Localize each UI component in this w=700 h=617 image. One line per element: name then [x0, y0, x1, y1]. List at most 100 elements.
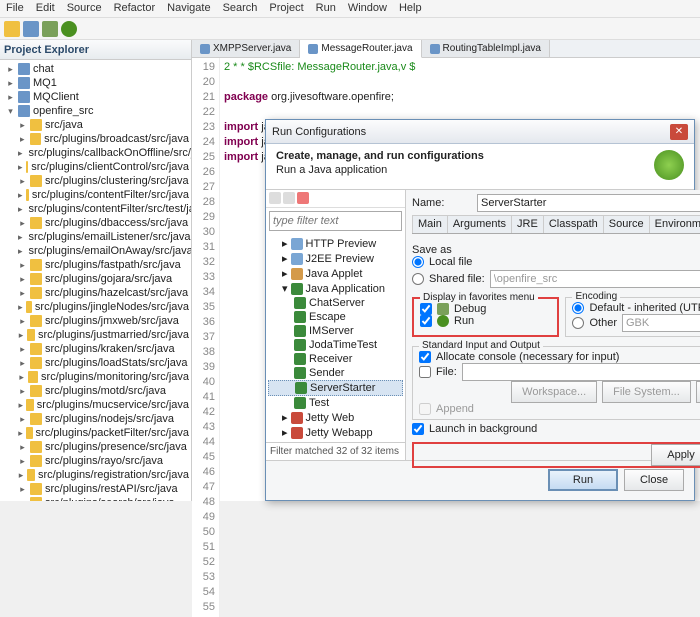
apply-button[interactable]: Apply — [651, 444, 700, 466]
menu-navigate[interactable]: Navigate — [167, 2, 210, 15]
menu-source[interactable]: Source — [67, 2, 102, 15]
new-icon[interactable] — [4, 21, 20, 37]
tree-item[interactable]: ▸src/plugins/broadcast/src/java — [2, 132, 189, 146]
config-tree-item[interactable]: Sender — [268, 366, 403, 380]
tab-jre[interactable]: JRE — [511, 215, 544, 233]
tree-item[interactable]: ▸src/plugins/callbackOnOffline/src/java — [2, 146, 189, 160]
tree-item[interactable]: ▸src/plugins/hazelcast/src/java — [2, 286, 189, 300]
config-tree-item[interactable]: IMServer — [268, 324, 403, 338]
tree-item[interactable]: ▸src/plugins/rayo/src/java — [2, 454, 189, 468]
local-file-radio[interactable] — [412, 256, 424, 268]
tree-item[interactable]: ▸src/plugins/mucservice/src/java — [2, 398, 189, 412]
config-tree-item[interactable]: ▾ Java Application — [268, 281, 403, 296]
editor-tab[interactable]: RoutingTableImpl.java — [422, 40, 550, 57]
file-label: File: — [436, 366, 457, 378]
menu-file[interactable]: File — [6, 2, 24, 15]
save-icon[interactable] — [23, 21, 39, 37]
run-icon[interactable] — [61, 21, 77, 37]
encoding-legend: Encoding — [572, 291, 620, 302]
tab-classpath[interactable]: Classpath — [543, 215, 604, 233]
tree-item[interactable]: ▸src/plugins/jmxweb/src/java — [2, 314, 189, 328]
tree-item[interactable]: ▸src/plugins/kraken/src/java — [2, 342, 189, 356]
run-favorite-checkbox[interactable] — [420, 315, 432, 327]
config-tree-item[interactable]: ▸ J2EE Preview — [268, 251, 403, 266]
tree-item[interactable]: ▸src/plugins/emailListener/src/java — [2, 230, 189, 244]
tree-item[interactable]: ▸src/plugins/loadStats/src/java — [2, 356, 189, 370]
config-tree-item[interactable]: ▸ HTTP Preview — [268, 236, 403, 251]
tab-source[interactable]: Source — [603, 215, 650, 233]
config-tree-item[interactable]: ▸ Jetty Webapp — [268, 425, 403, 440]
launch-background-checkbox[interactable] — [412, 423, 424, 435]
config-tree-item[interactable]: Receiver — [268, 352, 403, 366]
tree-item[interactable]: ▸src/plugins/registration/src/java — [2, 468, 189, 482]
menu-edit[interactable]: Edit — [36, 2, 55, 15]
run-label: Run — [454, 315, 474, 327]
dialog-subheading: Run a Java application — [276, 164, 484, 176]
tree-item[interactable]: ▾openfire_src — [2, 104, 189, 118]
editor-tab[interactable]: XMPPServer.java — [192, 40, 300, 57]
tree-item[interactable]: ▸src/plugins/presence/src/java — [2, 440, 189, 454]
config-tree-item[interactable]: ServerStarter — [268, 380, 403, 396]
close-icon[interactable]: ✕ — [670, 124, 688, 140]
menu-search[interactable]: Search — [223, 2, 258, 15]
config-tree-item[interactable]: ▸ Jetty Web — [268, 410, 403, 425]
project-explorer: Project Explorer ▸chat▸MQ1▸MQClient▾open… — [0, 40, 192, 501]
delete-icon[interactable] — [297, 192, 309, 204]
close-button[interactable]: Close — [624, 469, 684, 491]
shared-file-radio[interactable] — [412, 273, 424, 285]
tree-item[interactable]: ▸src/plugins/contentFilter/src/test/java — [2, 202, 189, 216]
encoding-other-radio[interactable] — [572, 317, 584, 329]
name-label: Name: — [412, 197, 472, 209]
tree-item[interactable]: ▸src/plugins/nodejs/src/java — [2, 412, 189, 426]
new-config-icon[interactable] — [269, 192, 281, 204]
tree-item[interactable]: ▸src/plugins/motd/src/java — [2, 384, 189, 398]
tree-item[interactable]: ▸chat — [2, 62, 189, 76]
tree-item[interactable]: ▸src/plugins/packetFilter/src/java — [2, 426, 189, 440]
allocate-console-checkbox[interactable] — [419, 351, 431, 363]
config-tree-item[interactable]: Escape — [268, 310, 403, 324]
menu-refactor[interactable]: Refactor — [114, 2, 156, 15]
tree-item[interactable]: ▸src/plugins/restAPI/src/java — [2, 482, 189, 496]
file-checkbox[interactable] — [419, 366, 431, 378]
tree-item[interactable]: ▸src/plugins/monitoring/src/java — [2, 370, 189, 384]
tree-item[interactable]: ▸src/plugins/justmarried/src/java — [2, 328, 189, 342]
duplicate-icon[interactable] — [283, 192, 295, 204]
tree-item[interactable]: ▸src/plugins/jingleNodes/src/java — [2, 300, 189, 314]
tree-item[interactable]: ▸src/java — [2, 118, 189, 132]
filter-input[interactable] — [269, 211, 402, 231]
menu-run[interactable]: Run — [316, 2, 336, 15]
encoding-default-radio[interactable] — [572, 302, 584, 314]
encoding-other-input — [622, 314, 700, 332]
run-button[interactable]: Run — [548, 469, 618, 491]
tree-item[interactable]: ▸src/plugins/contentFilter/src/java — [2, 188, 189, 202]
config-tree-item[interactable]: JodaTimeTest — [268, 338, 403, 352]
tree-item[interactable]: ▸src/plugins/emailOnAway/src/java — [2, 244, 189, 258]
debug-icon[interactable] — [42, 21, 58, 37]
launch-background-label: Launch in background — [429, 423, 537, 435]
editor-tabs: XMPPServer.javaMessageRouter.javaRouting… — [192, 40, 700, 58]
config-tree-item[interactable]: ChatServer — [268, 296, 403, 310]
tree-item[interactable]: ▸src/plugins/fastpath/src/java — [2, 258, 189, 272]
editor-tab[interactable]: MessageRouter.java — [300, 40, 421, 58]
encoding-group: Encoding Default - inherited (UTF-8) Oth… — [565, 297, 700, 337]
menu-window[interactable]: Window — [348, 2, 387, 15]
shared-file-label: Shared file: — [429, 273, 485, 285]
name-input[interactable] — [477, 194, 700, 212]
config-tree-item[interactable]: Test — [268, 396, 403, 410]
tree-item[interactable]: ▸src/plugins/search/src/java — [2, 496, 189, 501]
config-tree-item[interactable]: ▸ Java Applet — [268, 266, 403, 281]
tree-item[interactable]: ▸src/plugins/clustering/src/java — [2, 174, 189, 188]
tree-item[interactable]: ▸MQClient — [2, 90, 189, 104]
tree-item[interactable]: ▸src/plugins/dbaccess/src/java — [2, 216, 189, 230]
tree-item[interactable]: ▸src/plugins/gojara/src/java — [2, 272, 189, 286]
menu-project[interactable]: Project — [269, 2, 303, 15]
project-tree[interactable]: ▸chat▸MQ1▸MQClient▾openfire_src▸src/java… — [0, 60, 191, 501]
tree-item[interactable]: ▸MQ1 — [2, 76, 189, 90]
tab-arguments[interactable]: Arguments — [447, 215, 512, 233]
config-tree[interactable]: ▸ HTTP Preview▸ J2EE Preview▸ Java Apple… — [266, 234, 405, 442]
menu-help[interactable]: Help — [399, 2, 422, 15]
debug-favorite-checkbox[interactable] — [420, 303, 432, 315]
tab-main[interactable]: Main — [412, 215, 448, 233]
tree-item[interactable]: ▸src/plugins/clientControl/src/java — [2, 160, 189, 174]
tab-environment[interactable]: Environment — [649, 215, 700, 233]
